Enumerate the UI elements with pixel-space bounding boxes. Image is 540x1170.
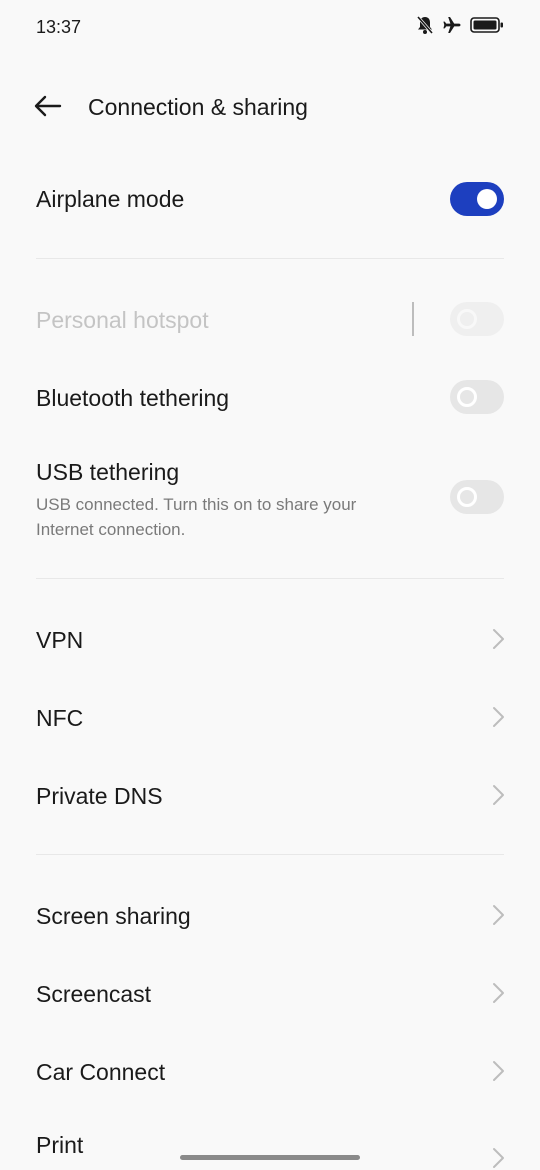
screen-sharing-row[interactable]: Screen sharing <box>0 876 540 954</box>
vpn-label: VPN <box>36 627 84 653</box>
section-divider <box>36 258 504 259</box>
screen: 13:37 Connection & sharing Airplane mode… <box>0 0 540 1170</box>
airplane-mode-row[interactable]: Airplane mode <box>0 160 540 240</box>
toggle-knob <box>457 487 477 507</box>
usb-tethering-toggle[interactable] <box>450 480 504 514</box>
screencast-label: Screencast <box>36 981 152 1007</box>
chevron-right-icon <box>493 629 504 649</box>
private-dns-label: Private DNS <box>36 783 163 809</box>
print-label: Print <box>36 1132 84 1158</box>
status-bar: 13:37 <box>0 0 540 56</box>
car-connect-label: Car Connect <box>36 1059 166 1085</box>
section-divider <box>36 854 504 855</box>
nfc-label: NFC <box>36 705 84 731</box>
personal-hotspot-row[interactable]: Personal hotspot <box>0 280 540 358</box>
arrow-left-icon <box>33 95 63 122</box>
home-indicator[interactable] <box>180 1155 360 1160</box>
chevron-right-icon <box>493 785 504 805</box>
private-dns-row[interactable]: Private DNS <box>0 756 540 834</box>
status-icons <box>416 15 504 35</box>
chevron-right-icon <box>493 905 504 925</box>
chevron-right-icon <box>493 707 504 727</box>
back-button[interactable] <box>26 88 70 128</box>
nfc-row[interactable]: NFC <box>0 678 540 756</box>
personal-hotspot-toggle[interactable] <box>450 302 504 336</box>
header: Connection & sharing <box>0 80 540 136</box>
toggle-knob <box>477 189 497 209</box>
section-divider <box>36 578 504 579</box>
screencast-row[interactable]: Screencast <box>0 954 540 1032</box>
vpn-row[interactable]: VPN <box>0 600 540 678</box>
chevron-right-icon <box>493 983 504 1003</box>
screen-sharing-label: Screen sharing <box>36 903 191 929</box>
personal-hotspot-label: Personal hotspot <box>36 307 209 333</box>
bluetooth-tethering-label: Bluetooth tethering <box>36 385 230 411</box>
usb-tethering-label: USB tethering <box>36 459 180 485</box>
airplane-mode-toggle[interactable] <box>450 182 504 216</box>
page-title: Connection & sharing <box>88 94 308 120</box>
car-connect-row[interactable]: Car Connect <box>0 1032 540 1110</box>
airplane-icon <box>442 15 462 35</box>
bell-muted-icon <box>416 15 434 35</box>
battery-icon <box>470 16 504 34</box>
status-time: 13:37 <box>36 17 82 37</box>
usb-tethering-subtitle: USB connected. Turn this on to share you… <box>36 495 357 539</box>
chevron-right-icon <box>493 1061 504 1081</box>
airplane-mode-label: Airplane mode <box>36 186 185 212</box>
toggle-knob <box>457 309 477 329</box>
toggle-knob <box>457 387 477 407</box>
chevron-right-icon <box>493 1148 504 1168</box>
bluetooth-tethering-row[interactable]: Bluetooth tethering <box>0 358 540 436</box>
bluetooth-tethering-toggle[interactable] <box>450 380 504 414</box>
vertical-separator <box>412 302 414 336</box>
print-row[interactable]: Print <box>0 1110 540 1170</box>
usb-tethering-row[interactable]: USB tethering USB connected. Turn this o… <box>0 440 540 560</box>
